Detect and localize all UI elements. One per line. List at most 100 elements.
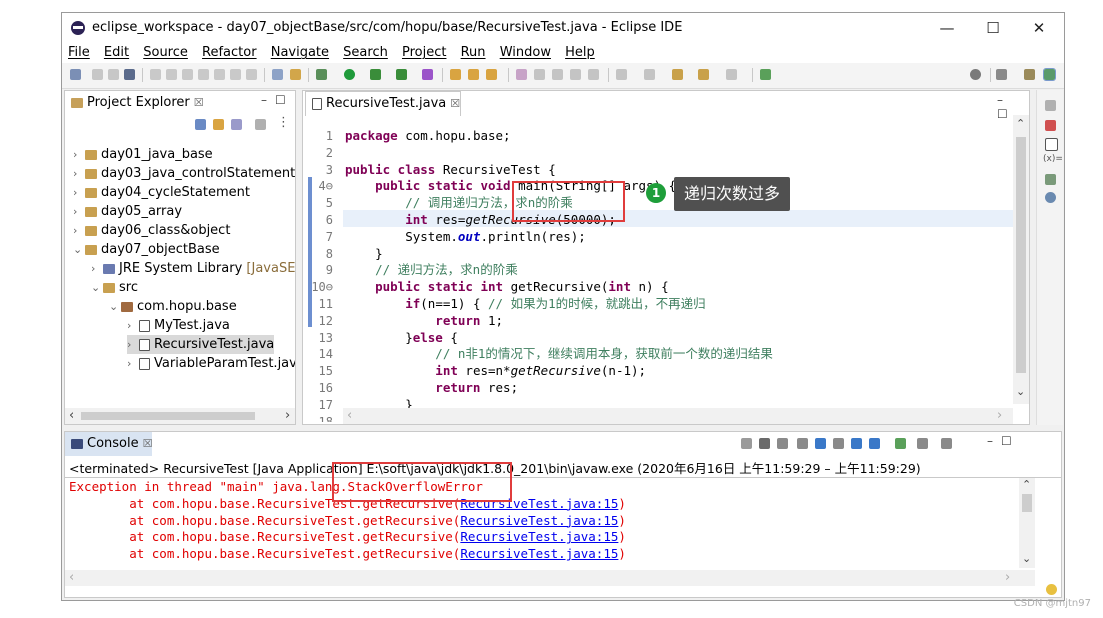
menu-search[interactable]: Search xyxy=(343,43,388,63)
close-icon[interactable]: ☒ xyxy=(450,97,460,110)
new-class-icon[interactable] xyxy=(468,69,479,80)
pin-editor-icon[interactable] xyxy=(760,69,771,80)
scroll-thumb[interactable] xyxy=(81,412,255,420)
stack-trace-line[interactable]: at com.hopu.base.RecursiveTest.getRecurs… xyxy=(69,513,626,530)
pilcrow-icon[interactable] xyxy=(588,69,599,80)
debug-perspective-icon[interactable] xyxy=(1043,68,1056,81)
breakpoints-icon[interactable] xyxy=(1045,120,1056,131)
outline-icon[interactable] xyxy=(1045,138,1058,151)
editor-tab[interactable]: RecursiveTest.java ☒ xyxy=(305,91,462,116)
console-icon[interactable] xyxy=(272,69,283,80)
code-line[interactable]: public static int getRecursive(int n) { xyxy=(345,279,669,296)
scroll-right-icon[interactable]: › xyxy=(997,408,1002,423)
editor-h-scrollbar[interactable]: ‹ › xyxy=(343,408,1013,424)
source-link[interactable]: RecursiveTest.java:15 xyxy=(460,546,618,561)
clear-console-icon[interactable] xyxy=(797,438,808,449)
console-v-scrollbar[interactable]: ⌃ ⌄ xyxy=(1019,478,1035,568)
remove-all-icon[interactable] xyxy=(777,438,788,449)
scroll-down-icon[interactable]: ⌄ xyxy=(1022,552,1031,565)
stack-trace-line[interactable]: at com.hopu.base.RecursiveTest.getRecurs… xyxy=(69,529,626,546)
code-line[interactable]: package com.hopu.base; xyxy=(345,128,511,145)
focus-icon[interactable] xyxy=(255,119,266,130)
new-icon[interactable] xyxy=(70,69,81,80)
toggle-block-icon[interactable] xyxy=(552,69,563,80)
close-icon[interactable]: ☒ xyxy=(194,96,204,109)
scroll-left-icon[interactable]: ‹ xyxy=(69,408,74,423)
close-button[interactable]: ✕ xyxy=(1016,17,1062,39)
code-line[interactable]: System.out.println(res); xyxy=(345,229,586,246)
menu-run[interactable]: Run xyxy=(461,43,486,63)
tree-item-day01[interactable]: › day01_java_base xyxy=(73,145,213,164)
collapse-all-icon[interactable] xyxy=(195,119,206,130)
external-tools-icon[interactable] xyxy=(396,69,407,80)
scroll-left-icon[interactable]: ‹ xyxy=(347,408,352,423)
show-stderr-icon[interactable] xyxy=(869,438,880,449)
tree-item-mytest[interactable]: › MyTest.java xyxy=(127,316,230,335)
step-into-icon[interactable] xyxy=(214,69,225,80)
search-tool-icon[interactable] xyxy=(516,69,527,80)
tree-item-recursivetest[interactable]: › RecursiveTest.java xyxy=(127,335,275,354)
menu-edit[interactable]: Edit xyxy=(104,43,129,63)
console-tab[interactable]: Console ☒ xyxy=(65,432,153,456)
run-icon[interactable] xyxy=(344,69,355,80)
scroll-left-icon[interactable]: ‹ xyxy=(69,570,74,585)
scroll-down-icon[interactable]: ⌄ xyxy=(1016,385,1025,398)
forward-icon[interactable] xyxy=(726,69,737,80)
code-line[interactable]: int res=n*getRecursive(n-1); xyxy=(345,363,646,380)
tree-item-jre[interactable]: ›JRE System Library [JavaSE-1.8] xyxy=(91,259,295,278)
code-line[interactable]: return 1; xyxy=(345,313,503,330)
tree-item-variableparamtest[interactable]: › VariableParamTest.java xyxy=(127,354,295,373)
code-comment[interactable]: // 递归方法，求n的阶乘 xyxy=(345,262,518,279)
tree-item-day06[interactable]: › day06_class&object xyxy=(73,221,230,240)
variables-icon[interactable]: (x)= xyxy=(1043,154,1063,164)
tree-item-day04[interactable]: › day04_cycleStatement xyxy=(73,183,250,202)
view-menu-icon[interactable]: ⋮ xyxy=(277,115,290,130)
scroll-thumb[interactable] xyxy=(1022,494,1032,512)
step-return-icon[interactable] xyxy=(246,69,257,80)
toggle-mark-icon[interactable] xyxy=(534,69,545,80)
source-link[interactable]: RecursiveTest.java:15 xyxy=(460,513,618,528)
pin-console-icon[interactable] xyxy=(895,438,906,449)
scroll-up-icon[interactable]: ⌃ xyxy=(1022,478,1031,491)
code-line[interactable]: return res; xyxy=(345,380,518,397)
code-comment[interactable]: // n非1的情况下，继续调用本身，获取前一个数的递归结果 xyxy=(345,346,773,363)
terminate-console-icon[interactable] xyxy=(741,438,752,449)
scroll-thumb[interactable] xyxy=(1016,137,1026,373)
run-last-icon[interactable] xyxy=(290,69,301,80)
scroll-right-icon[interactable]: › xyxy=(1005,570,1010,585)
next-annotation-icon[interactable] xyxy=(616,69,627,80)
tasks-icon[interactable] xyxy=(1045,192,1056,203)
tree-item-day05[interactable]: › day05_array xyxy=(73,202,182,221)
new-java-project-icon[interactable] xyxy=(422,69,433,80)
display-console-icon[interactable] xyxy=(917,438,928,449)
disconnect-icon[interactable] xyxy=(198,69,209,80)
link-editor-icon[interactable] xyxy=(213,119,224,130)
back-icon[interactable] xyxy=(698,69,709,80)
tree-item-day07[interactable]: ⌄ day07_objectBase xyxy=(73,240,220,259)
terminate-icon[interactable] xyxy=(182,69,193,80)
save-icon[interactable] xyxy=(92,69,103,80)
scroll-up-icon[interactable]: ⌃ xyxy=(1016,117,1025,130)
last-edit-icon[interactable] xyxy=(672,69,683,80)
step-over-icon[interactable] xyxy=(230,69,241,80)
menu-source[interactable]: Source xyxy=(143,43,188,63)
restore-icon[interactable] xyxy=(1045,100,1056,111)
code-line[interactable]: if(n==1) { // 如果为1的时候，就跳出，不再递归 xyxy=(345,296,705,313)
word-wrap-icon[interactable] xyxy=(833,438,844,449)
source-link[interactable]: RecursiveTest.java:15 xyxy=(460,529,618,544)
search-icon[interactable] xyxy=(970,69,981,80)
resume-icon[interactable] xyxy=(150,69,161,80)
scroll-right-icon[interactable]: › xyxy=(285,408,290,423)
minimize-button[interactable]: — xyxy=(924,17,970,39)
menu-file[interactable]: File xyxy=(68,43,90,63)
java-perspective-icon[interactable] xyxy=(1024,69,1035,80)
tree-item-src[interactable]: ⌄ src xyxy=(91,278,138,297)
console-h-scrollbar[interactable]: ‹ › xyxy=(65,570,1035,586)
scroll-lock-icon[interactable] xyxy=(815,438,826,449)
tip-icon[interactable] xyxy=(1046,584,1057,595)
coverage-icon[interactable] xyxy=(370,69,381,80)
menu-help[interactable]: Help xyxy=(565,43,595,63)
menu-refactor[interactable]: Refactor xyxy=(202,43,257,63)
close-icon[interactable]: ☒ xyxy=(143,437,153,450)
debug-icon[interactable] xyxy=(316,69,327,80)
